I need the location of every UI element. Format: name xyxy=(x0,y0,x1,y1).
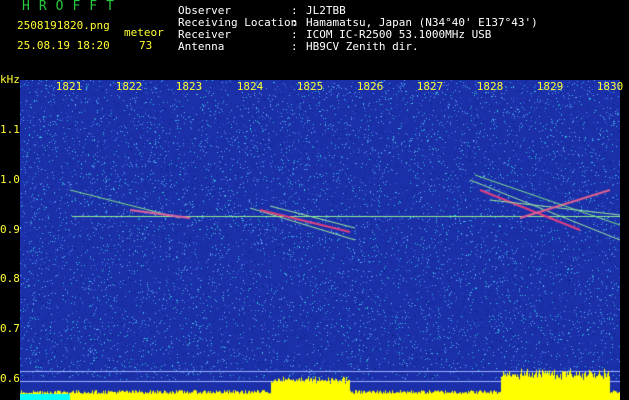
waterfall-spectrogram xyxy=(20,80,620,400)
y-tick-label: 0.8 xyxy=(0,272,20,285)
x-tick-label: 1824 xyxy=(236,80,264,93)
x-tick-label: 1823 xyxy=(175,80,203,93)
x-tick-label: 1827 xyxy=(416,80,444,93)
y-tick-label: 0.9 xyxy=(0,223,20,236)
x-tick-label: 1822 xyxy=(115,80,143,93)
x-tick-label: 1826 xyxy=(356,80,384,93)
antenna-colon: : xyxy=(291,40,298,53)
x-tick-label: 1821 xyxy=(55,80,83,93)
x-tick-label: 1829 xyxy=(536,80,564,93)
right-margin xyxy=(620,80,629,400)
y-tick-label: 1.0 xyxy=(0,173,20,186)
antenna-value: HB9CV Zenith dir. xyxy=(306,40,419,53)
y-tick-label: 1.1 xyxy=(0,123,20,136)
x-tick-label: 1828 xyxy=(476,80,504,93)
x-tick-label: 1830 xyxy=(596,80,624,93)
y-tick-label: 0.7 xyxy=(0,322,20,335)
filename-label: 2508191820.png xyxy=(17,19,110,32)
x-tick-label: 1825 xyxy=(296,80,324,93)
meteor-label: meteor xyxy=(124,26,164,39)
antenna-label: Antenna xyxy=(178,40,225,53)
app-title: HROFFT xyxy=(22,0,123,14)
header-panel: HROFFT 2508191820.png meteor 25.08.19 18… xyxy=(0,0,629,78)
meteor-count: 73 xyxy=(139,39,153,52)
y-tick-label: 0.6 xyxy=(0,372,20,385)
datetime-label: 25.08.19 18:20 xyxy=(17,39,110,52)
y-unit-label: kHz xyxy=(0,73,20,86)
